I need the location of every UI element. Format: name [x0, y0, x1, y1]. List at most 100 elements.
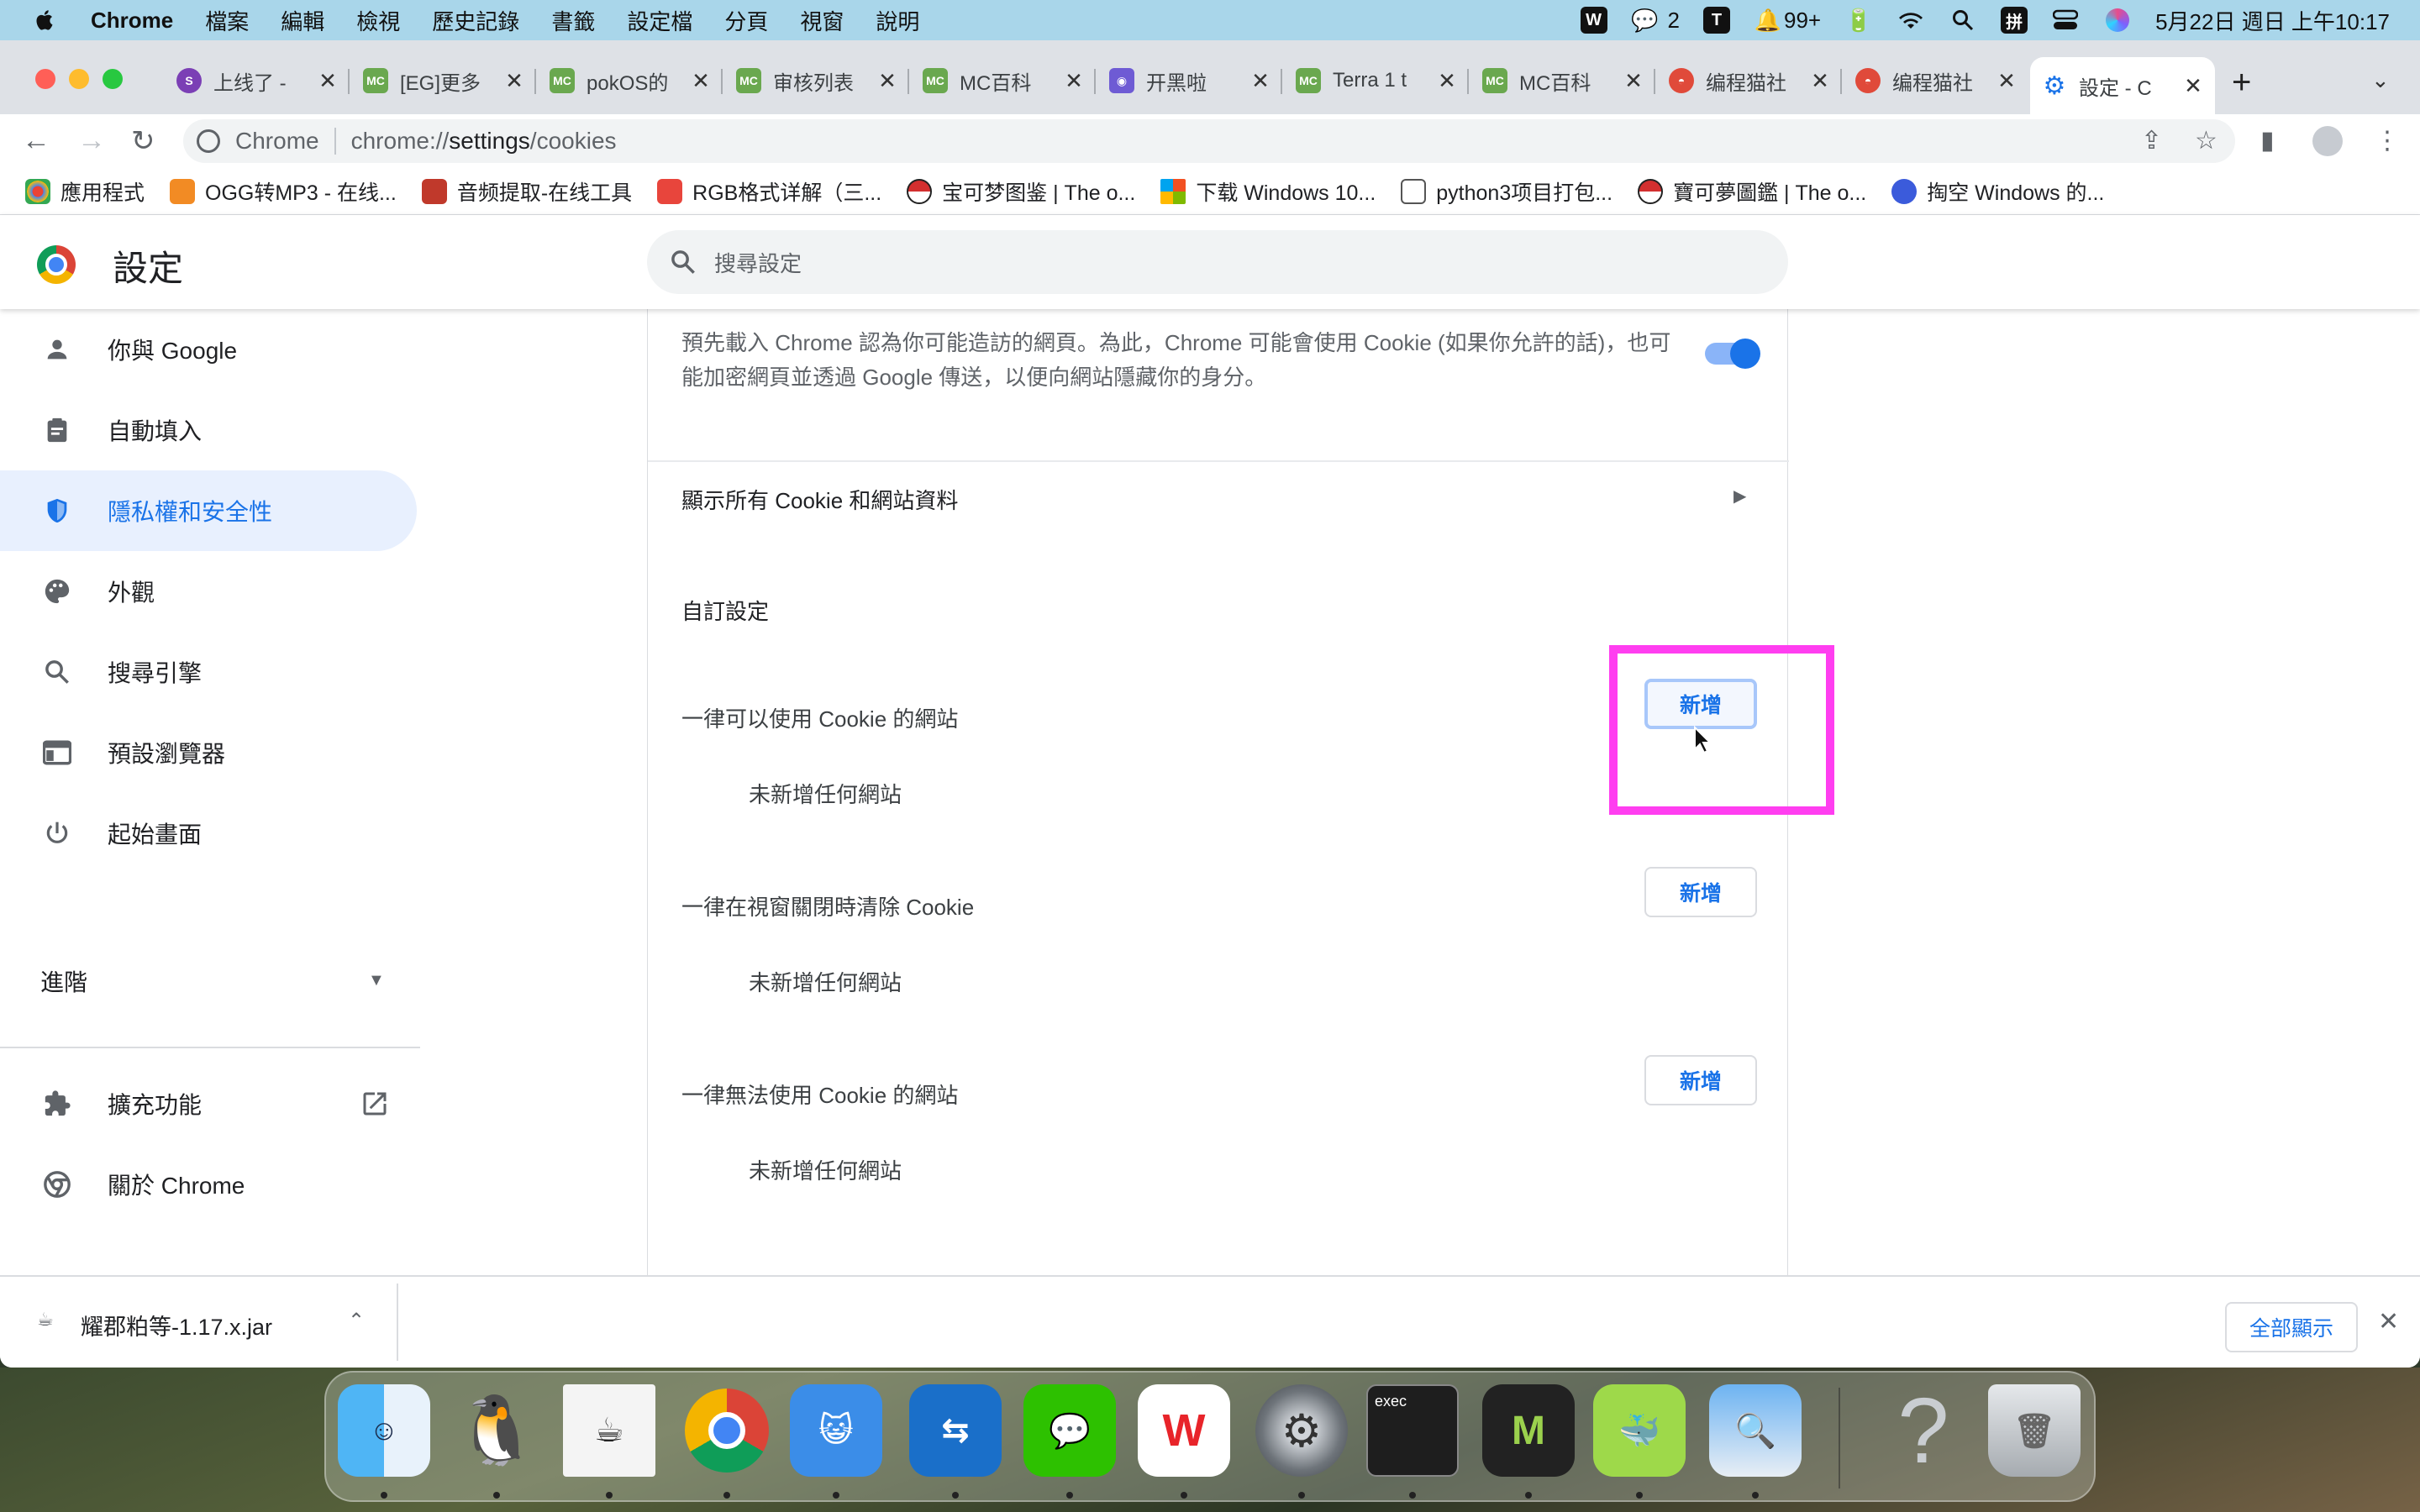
new-tab-button[interactable]: +: [2232, 64, 2251, 102]
sidebar-item-autofill[interactable]: 自動填入: [0, 390, 417, 470]
menu-edit[interactable]: 編輯: [281, 5, 324, 36]
sidebar-item-on-startup[interactable]: 起始畫面: [0, 793, 417, 874]
sidebar-item-privacy-security[interactable]: 隱私權和安全性: [0, 470, 417, 551]
tab[interactable]: S 上线了 - ✕: [165, 57, 350, 104]
side-panel-icon[interactable]: ▮: [2260, 126, 2275, 155]
chrome-icon[interactable]: [681, 1384, 773, 1477]
bookmark-item[interactable]: 下载 Windows 10...: [1160, 176, 1376, 207]
wps-icon[interactable]: W: [1138, 1384, 1230, 1477]
narwhal-icon[interactable]: 🐳: [1593, 1384, 1686, 1477]
wechat-icon[interactable]: 💬: [1631, 8, 1660, 33]
tab[interactable]: MC MC百科 ✕: [911, 57, 1096, 104]
close-tab-icon[interactable]: ✕: [1437, 68, 1457, 94]
share-icon[interactable]: ⇪: [2141, 126, 2162, 155]
siri-icon[interactable]: [2103, 8, 2132, 33]
preload-toggle[interactable]: [1705, 339, 1760, 369]
close-icon[interactable]: ✕: [2378, 1307, 2399, 1336]
menu-app-name[interactable]: Chrome: [91, 8, 173, 34]
bookmark-star-icon[interactable]: ☆: [2195, 126, 2217, 155]
arrow-right-icon[interactable]: ▶: [1733, 486, 1746, 507]
tab[interactable]: MC MC百科 ✕: [1470, 57, 1655, 104]
add-clear-on-exit-site-button[interactable]: 新增: [1644, 867, 1757, 917]
profile-avatar[interactable]: [2312, 126, 2343, 156]
show-all-cookies-link[interactable]: 顯示所有 Cookie 和網站資料: [681, 484, 958, 515]
menu-view[interactable]: 檢視: [356, 5, 400, 36]
bookmark-item[interactable]: OGG转MP3 - 在线...: [170, 176, 397, 207]
close-tab-icon[interactable]: ✕: [877, 68, 897, 94]
typora-icon[interactable]: T: [1702, 7, 1730, 34]
clock-datetime[interactable]: 5月22日 週日 上午10:17: [2155, 5, 2390, 36]
bookmark-apps[interactable]: 應用程式: [25, 176, 145, 207]
close-tab-icon[interactable]: ✕: [2183, 73, 2203, 99]
address-bar[interactable]: Chrome chrome://settings/cookies: [183, 119, 2235, 163]
mcreator-icon[interactable]: M: [1482, 1384, 1575, 1477]
close-window-button[interactable]: [35, 69, 55, 89]
show-all-downloads-button[interactable]: 全部顯示: [2225, 1302, 2358, 1352]
wps-icon[interactable]: W: [1580, 7, 1607, 34]
bookmark-item[interactable]: python3项目打包...: [1401, 176, 1612, 207]
bookmark-item[interactable]: 宝可梦图鉴 | The o...: [907, 176, 1135, 207]
menu-tab[interactable]: 分頁: [724, 5, 768, 36]
tab[interactable]: MC Terra 1 t ✕: [1284, 57, 1469, 104]
menu-file[interactable]: 檔案: [205, 5, 249, 36]
wechat-icon[interactable]: 💬: [1023, 1384, 1116, 1477]
tab-settings-active[interactable]: ⚙ 設定 - C ✕: [2030, 57, 2215, 114]
unknown-app-icon[interactable]: ?: [1877, 1379, 1970, 1483]
chrome-site-icon[interactable]: [197, 129, 220, 153]
settings-search-input[interactable]: 搜尋設定: [647, 230, 1788, 294]
menu-help[interactable]: 說明: [876, 5, 919, 36]
java-icon[interactable]: ☕: [563, 1384, 655, 1477]
close-tab-icon[interactable]: ✕: [1064, 68, 1084, 94]
close-tab-icon[interactable]: ✕: [1623, 68, 1644, 94]
close-tab-icon[interactable]: ✕: [1250, 68, 1270, 94]
sidebar-item-about-chrome[interactable]: 關於 Chrome: [0, 1144, 417, 1225]
sidebar-item-appearance[interactable]: 外觀: [0, 551, 417, 632]
download-filename[interactable]: 耀郡粕等-1.17.x.jar: [81, 1309, 272, 1341]
minimize-window-button[interactable]: [69, 69, 89, 89]
bookmark-item[interactable]: RGB格式详解（三...: [657, 176, 881, 207]
menu-bookmarks[interactable]: 書籤: [551, 5, 595, 36]
add-blocked-site-button[interactable]: 新增: [1644, 1055, 1757, 1105]
caret-down-icon[interactable]: ▼: [368, 971, 385, 990]
codemao-icon[interactable]: 😺: [790, 1384, 882, 1477]
sidebar-item-search-engine[interactable]: 搜尋引擎: [0, 632, 417, 712]
open-in-new-icon[interactable]: [360, 1089, 390, 1125]
sidebar-item-you-and-google[interactable]: 你與 Google: [0, 309, 417, 390]
advanced-toggle[interactable]: 進階: [40, 964, 87, 998]
close-tab-icon[interactable]: ✕: [1996, 68, 2017, 94]
zoom-window-button[interactable]: [103, 69, 123, 89]
chevron-up-icon[interactable]: ⌃: [348, 1309, 365, 1333]
bookmark-item[interactable]: 寶可夢圖鑑 | The o...: [1638, 176, 1866, 207]
terminal-icon[interactable]: exec: [1366, 1384, 1459, 1477]
system-preferences-icon[interactable]: ⚙: [1255, 1384, 1348, 1477]
sidebar-item-default-browser[interactable]: 預設瀏覽器: [0, 712, 417, 793]
tab[interactable]: MC [EG]更多 ✕: [351, 57, 536, 104]
forward-arrow-icon[interactable]: →: [77, 124, 106, 157]
close-tab-icon[interactable]: ✕: [1810, 68, 1830, 94]
trash-icon[interactable]: 🗑: [1988, 1384, 2081, 1477]
qq-icon[interactable]: 🐧: [450, 1384, 543, 1477]
tab[interactable]: ◓ 编程猫社 ✕: [1657, 57, 1842, 104]
teamviewer-icon[interactable]: ⇆: [909, 1384, 1002, 1477]
close-tab-icon[interactable]: ✕: [504, 68, 524, 94]
menu-profiles[interactable]: 設定檔: [627, 5, 692, 36]
tab-search-chevron-icon[interactable]: ⌄: [2371, 67, 2390, 93]
wifi-icon[interactable]: [1897, 8, 1925, 33]
tab[interactable]: MC 审核列表 ✕: [724, 57, 909, 104]
tab[interactable]: ◓ 编程猫社 ✕: [1844, 57, 2028, 104]
bookmark-item[interactable]: 音频提取-在线工具: [421, 176, 632, 207]
back-arrow-icon[interactable]: ←: [22, 124, 50, 157]
input-method-icon[interactable]: 拼: [2001, 7, 2028, 34]
control-center-icon[interactable]: [2051, 8, 2080, 33]
apple-icon[interactable]: [34, 8, 57, 33]
menu-window[interactable]: 視窗: [800, 5, 844, 36]
tab[interactable]: ◉ 开黑啦 ✕: [1097, 57, 1282, 104]
bookmark-item[interactable]: 掏空 Windows 的...: [1891, 176, 2104, 207]
finder-icon[interactable]: ☺: [338, 1384, 430, 1477]
sidebar-item-extensions[interactable]: 擴充功能: [0, 1063, 417, 1144]
menu-history[interactable]: 歷史記錄: [432, 5, 519, 36]
tab[interactable]: MC pokOS的 ✕: [538, 57, 723, 104]
battery-icon[interactable]: 🔋: [1844, 8, 1873, 33]
preview-icon[interactable]: 🔍: [1709, 1384, 1802, 1477]
more-menu-icon[interactable]: ⋮: [2375, 126, 2400, 155]
